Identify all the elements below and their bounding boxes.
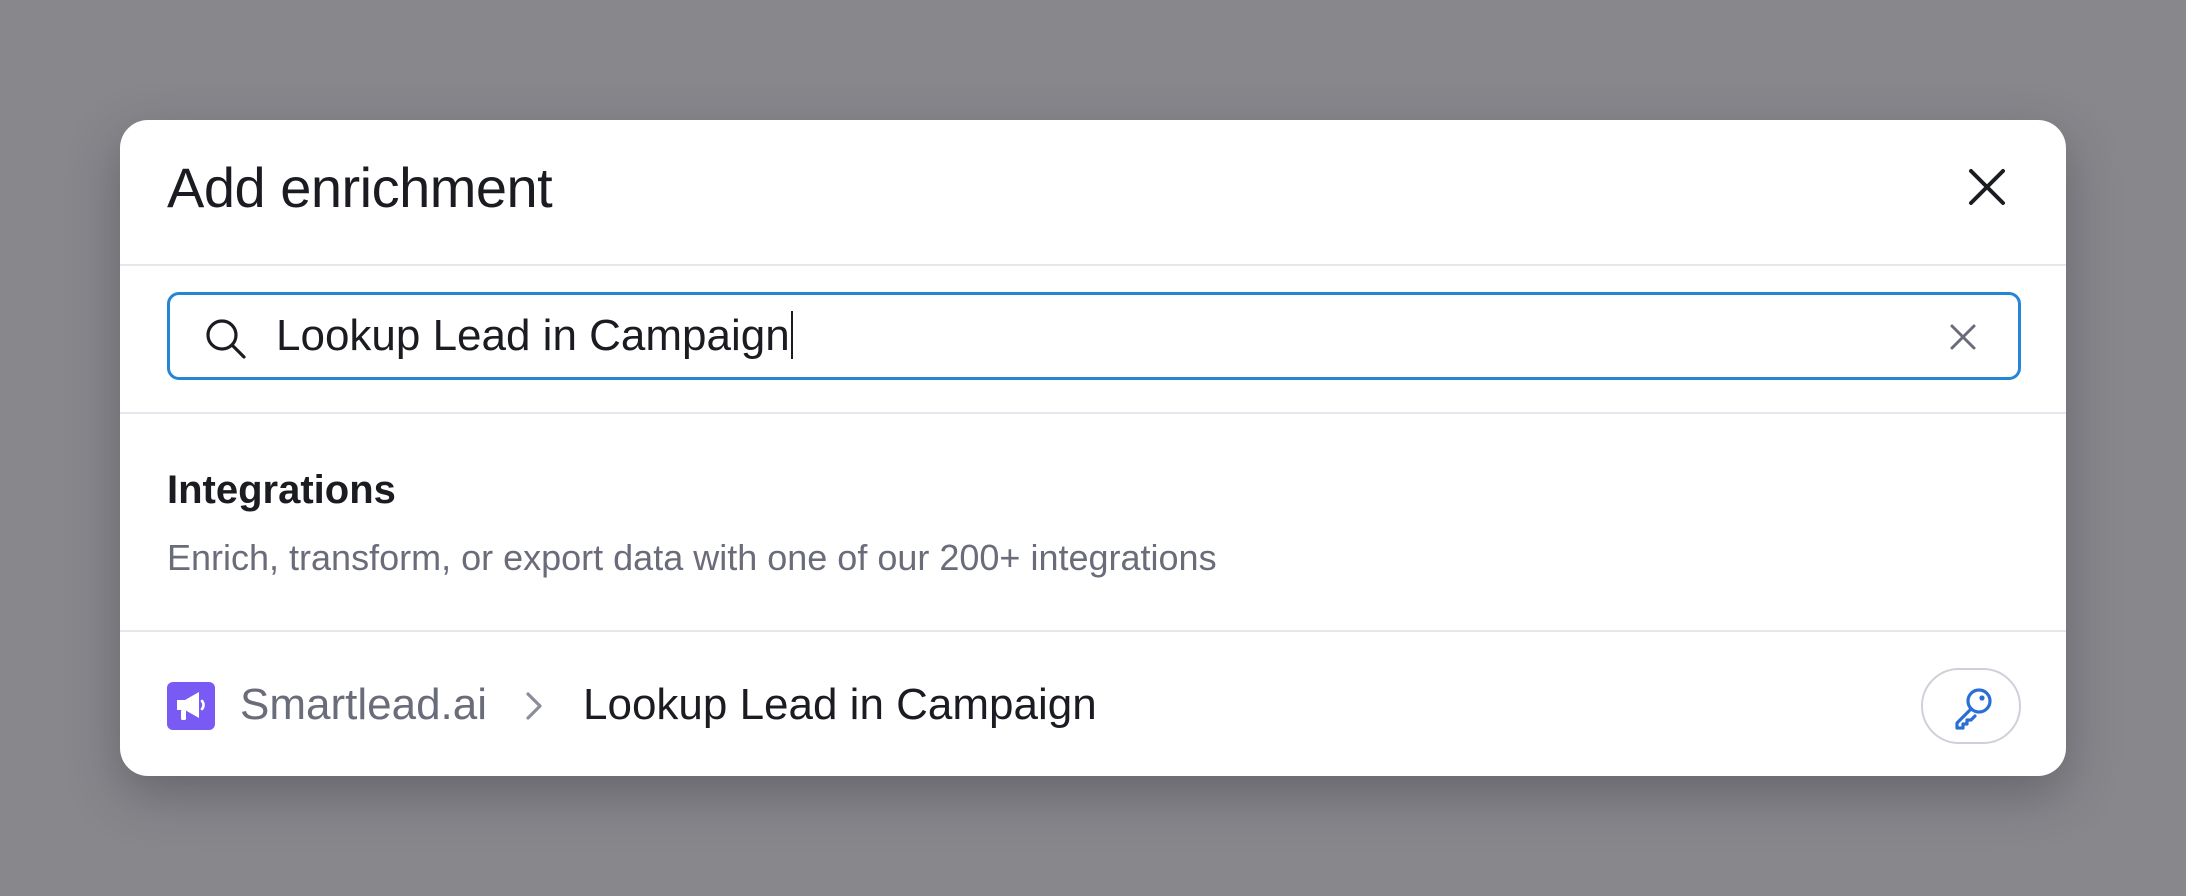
section-title: Integrations [167, 468, 396, 512]
breadcrumb-app: Smartlead.ai [240, 680, 488, 729]
result-row-smartlead-lookup[interactable]: Smartlead.ai Lookup Lead in Campaign [120, 632, 2066, 776]
key-icon [1955, 688, 1992, 730]
modal-title: Add enrichment [167, 156, 553, 219]
integrations-section: Integrations Enrich, transform, or expor… [120, 414, 2066, 632]
clear-icon [1950, 324, 1976, 350]
search-value[interactable]: Lookup Lead in Campaign [276, 295, 793, 377]
breadcrumb-action: Lookup Lead in Campaign [583, 680, 1097, 729]
text-caret [790, 311, 793, 360]
section-subtitle: Enrich, transform, or export data with o… [167, 537, 1217, 578]
search-icon [206, 319, 246, 359]
modal-header: Add enrichment [120, 120, 2066, 266]
search-text: Lookup Lead in Campaign [276, 311, 790, 360]
auth-key-button[interactable] [1921, 668, 2021, 744]
chevron-right-icon [526, 692, 542, 720]
search-section: Lookup Lead in Campaign [120, 266, 2066, 414]
search-input[interactable]: Lookup Lead in Campaign [167, 292, 2021, 380]
add-enrichment-modal: Add enrichment Lookup Lead in Campaign I… [120, 120, 2066, 776]
close-icon [1969, 169, 2005, 205]
smartlead-logo [167, 682, 215, 730]
clear-search-button[interactable] [1948, 322, 1978, 352]
close-button[interactable] [1962, 162, 2012, 212]
megaphone-icon [177, 692, 205, 720]
